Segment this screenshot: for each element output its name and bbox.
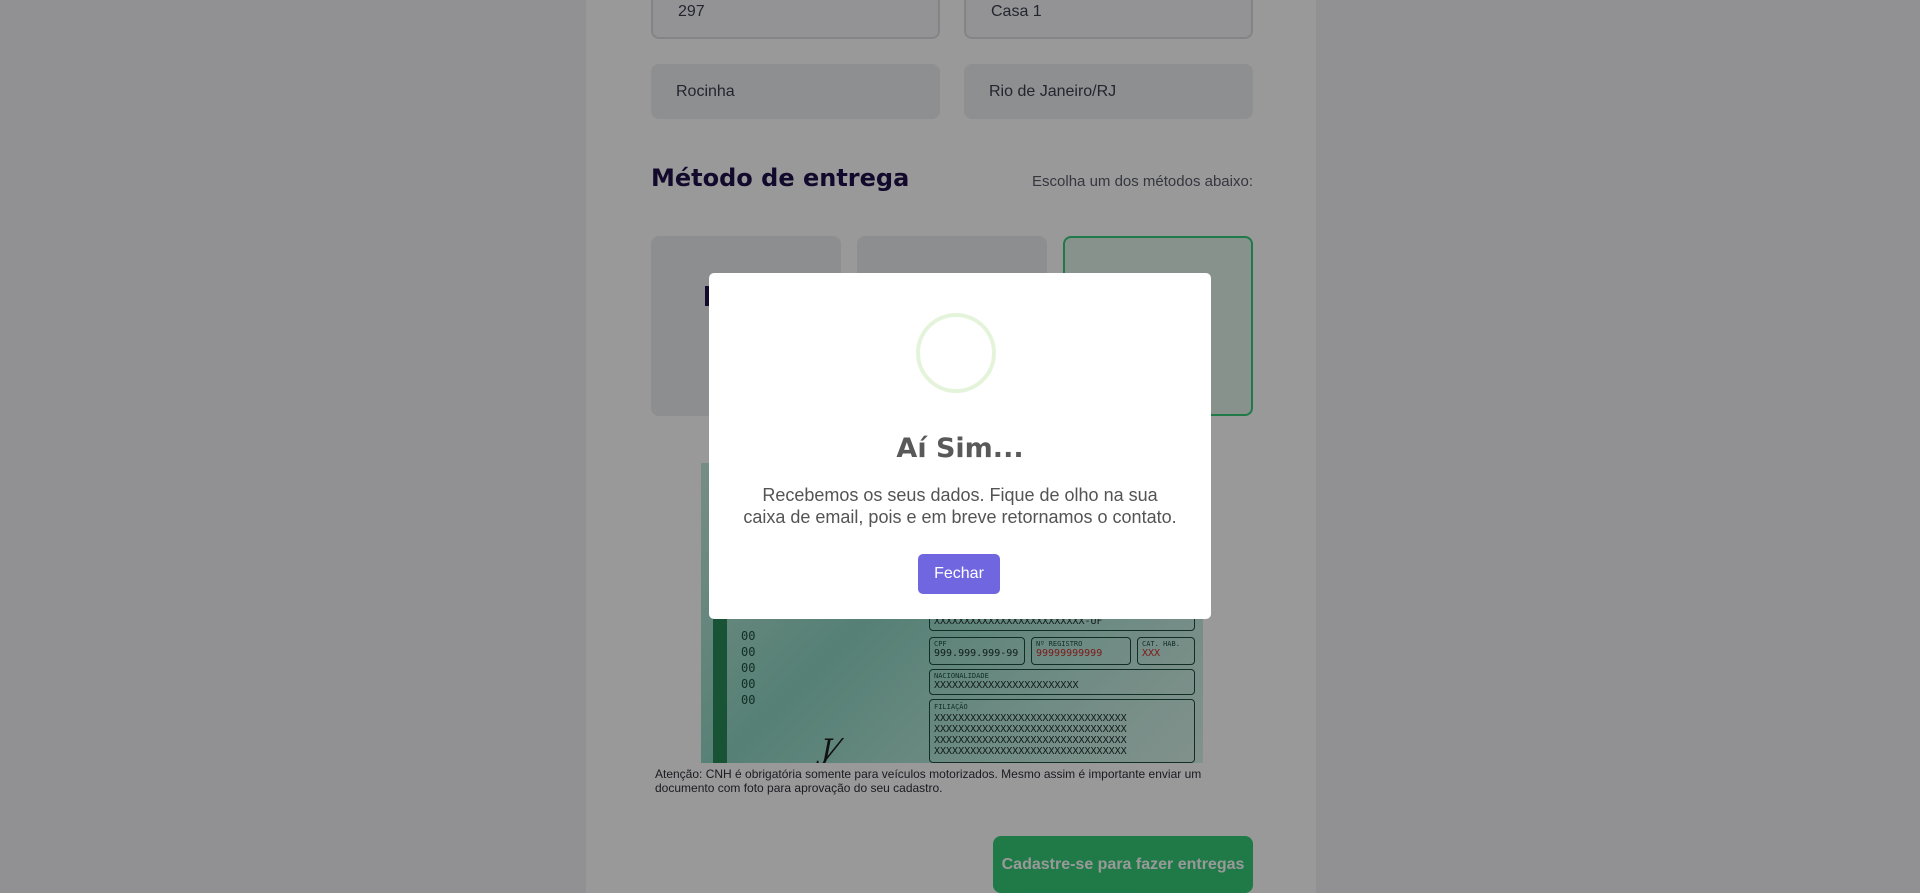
modal-title: Aí Sim...	[896, 433, 1024, 464]
modal-message: Recebemos os seus dados. Fique de olho n…	[743, 485, 1177, 527]
close-button[interactable]: Fechar	[918, 554, 1000, 594]
success-circle-icon	[916, 313, 996, 393]
success-modal: Aí Sim... Recebemos os seus dados. Fique…	[709, 273, 1211, 619]
